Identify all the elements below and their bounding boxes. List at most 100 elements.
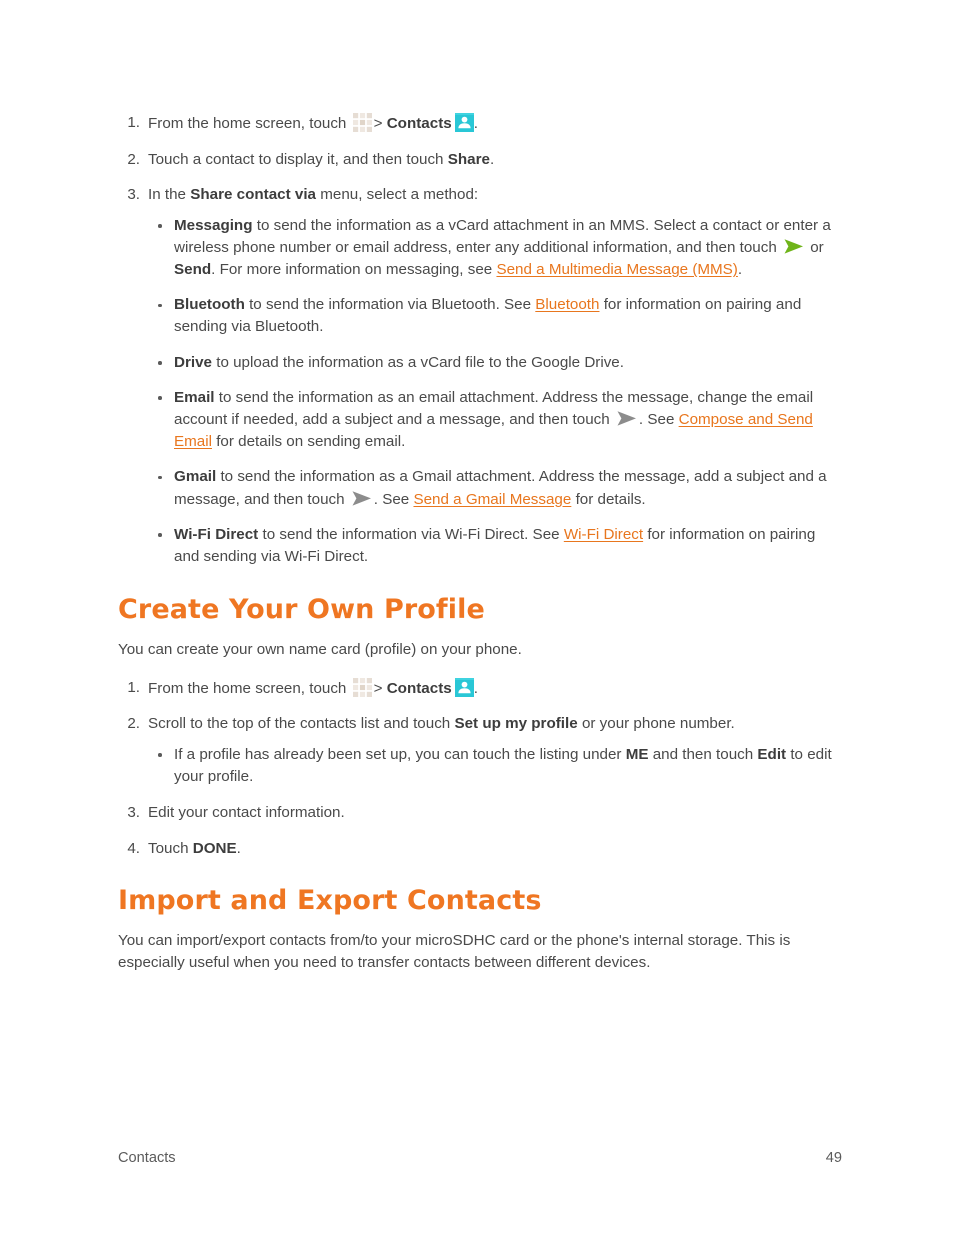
contacts-app-icon[interactable] (454, 113, 474, 132)
method-text: to upload the information as a vCard fil… (212, 353, 624, 371)
document-page: 1. From the home screen, touch > Contact… (0, 0, 954, 1235)
step-bold-label: Share (447, 150, 490, 168)
step-bold-label: Contacts (386, 115, 452, 132)
send-arrow-icon[interactable] (351, 490, 372, 507)
create-profile-steps: 1. From the home screen, touch > Contact… (118, 677, 842, 860)
method-text: for details. (571, 490, 646, 508)
share-methods-list: Messaging to send the information as a v… (148, 215, 842, 568)
page-content: 1. From the home screen, touch > Contact… (118, 112, 842, 988)
section-heading-import-export: Import and Export Contacts (118, 885, 542, 917)
bullet-dot-icon (158, 475, 162, 480)
step-text: Edit your contact information. (148, 804, 345, 822)
step-bold-label: Contacts (386, 679, 452, 697)
bullet-dot-icon (158, 303, 162, 308)
step-number: 2. (127, 715, 140, 733)
footer-page-number: 49 (825, 1150, 842, 1166)
list-item: Wi-Fi Direct to send the information via… (148, 524, 842, 568)
step-text: Touch DONE. (148, 840, 241, 857)
contacts-app-icon[interactable] (454, 677, 474, 697)
step-text-tail: or your phone number. (581, 715, 735, 733)
step-text-lead: Scroll to the top of the contacts list a… (148, 715, 451, 733)
step-text-lead: From the home screen, touch (148, 115, 347, 132)
method-text: . (737, 261, 743, 279)
step-item: 1. From the home screen, touch > Contact… (118, 677, 842, 700)
step-bold-label: DONE (192, 839, 237, 857)
method-label: Messaging (174, 216, 253, 234)
cross-reference-link[interactable]: Wi-Fi Direct (564, 526, 643, 543)
step-text-tail: . (236, 839, 241, 857)
step-text: In the Share contact via menu, select a … (148, 186, 478, 203)
step-item: 3. Edit your contact information. (118, 802, 842, 824)
cross-reference-link[interactable]: Bluetooth (535, 296, 599, 313)
step-text: Scroll to the top of the contacts list a… (148, 715, 735, 732)
step-text-tail: . (473, 679, 478, 697)
list-item: Gmail to send the information as a Gmail… (148, 466, 842, 510)
method-text: to send the information via Wi-Fi Direct… (258, 525, 564, 543)
step-text-tail: . (489, 150, 495, 168)
note-bold-edit: Edit (757, 745, 787, 763)
step-number: 1. (127, 114, 140, 131)
method-text: to send the information as a vCard attac… (174, 216, 831, 256)
step-bold-label: Set up my profile (454, 715, 578, 733)
cross-reference-link[interactable]: Send a Gmail Message (413, 491, 571, 508)
step-bold-label: Share contact via (190, 186, 317, 204)
cross-reference-link[interactable]: Send a Multimedia Message (MMS) (496, 261, 737, 278)
footer-chapter-label: Contacts (118, 1150, 176, 1166)
step-text-tail: menu, select a method: (320, 186, 479, 204)
page-footer: Contacts 49 (118, 1150, 842, 1166)
step-number: 3. (127, 804, 140, 822)
method-label: Bluetooth (174, 296, 245, 314)
step-text-lead: Touch (148, 839, 189, 857)
send-arrow-icon[interactable] (616, 410, 637, 427)
step-item: 2. Touch a contact to display it, and th… (118, 149, 842, 171)
method-label: Email (174, 388, 215, 406)
step-item: 3. In the Share contact via menu, select… (118, 184, 842, 568)
bullet-dot-icon (158, 224, 162, 228)
method-label: Wi-Fi Direct (174, 525, 259, 543)
step-item: 1. From the home screen, touch > Contact… (118, 112, 842, 135)
step-item: 4. Touch DONE. (118, 838, 842, 860)
step-separator: > (373, 679, 383, 697)
section-intro-paragraph: You can create your own name card (profi… (118, 640, 522, 658)
step-text: From the home screen, touch > Contacts . (148, 112, 478, 133)
step-number: 4. (127, 839, 140, 857)
method-text: for details on sending email. (211, 433, 406, 451)
share-contact-steps: 1. From the home screen, touch > Contact… (118, 112, 842, 568)
apps-grid-icon[interactable] (352, 677, 373, 698)
list-item: If a profile has already been set up, yo… (148, 744, 842, 788)
bullet-dot-icon (158, 753, 162, 757)
list-item: Email to send the information as an emai… (148, 387, 842, 454)
profile-note-list: If a profile has already been set up, yo… (148, 744, 842, 788)
step-text: Touch a contact to display it, and then … (148, 151, 494, 168)
method-label-2: Send (174, 261, 212, 279)
note-text: and then touch (648, 745, 758, 763)
step-separator: > (373, 115, 383, 132)
bullet-dot-icon (158, 361, 162, 365)
method-label: Gmail (174, 468, 217, 486)
method-text: . See (638, 411, 679, 429)
step-text-lead: In the (148, 186, 186, 204)
list-item: Drive to upload the information as a vCa… (148, 352, 842, 374)
section-heading-create-profile: Create Your Own Profile (118, 594, 485, 626)
step-number: 1. (127, 678, 140, 696)
list-item: Messaging to send the information as a v… (148, 215, 842, 282)
method-text: . For more information on messaging, see (211, 261, 497, 279)
step-text-tail: . (473, 115, 478, 132)
method-text: to send the information via Bluetooth. S… (244, 296, 536, 314)
step-number: 3. (127, 186, 140, 204)
step-text-lead: From the home screen, touch (148, 679, 347, 697)
step-text: From the home screen, touch > Contacts . (148, 677, 478, 698)
step-item: 2. Scroll to the top of the contacts lis… (118, 713, 842, 788)
note-text: If a profile has already been set up, yo… (174, 745, 626, 763)
list-item: Bluetooth to send the information via Bl… (148, 294, 842, 338)
apps-grid-icon[interactable] (352, 112, 373, 133)
note-bold-me: ME (625, 745, 649, 763)
send-arrow-icon[interactable] (783, 238, 804, 255)
method-text: or (806, 238, 824, 256)
import-export-paragraph: You can import/export contacts from/to y… (118, 931, 791, 971)
method-label: Drive (174, 353, 212, 371)
bullet-dot-icon (158, 396, 162, 400)
step-text-lead: Touch a contact to display it, and then … (148, 150, 444, 168)
bullet-dot-icon (158, 533, 162, 537)
method-text: . See (373, 490, 414, 508)
